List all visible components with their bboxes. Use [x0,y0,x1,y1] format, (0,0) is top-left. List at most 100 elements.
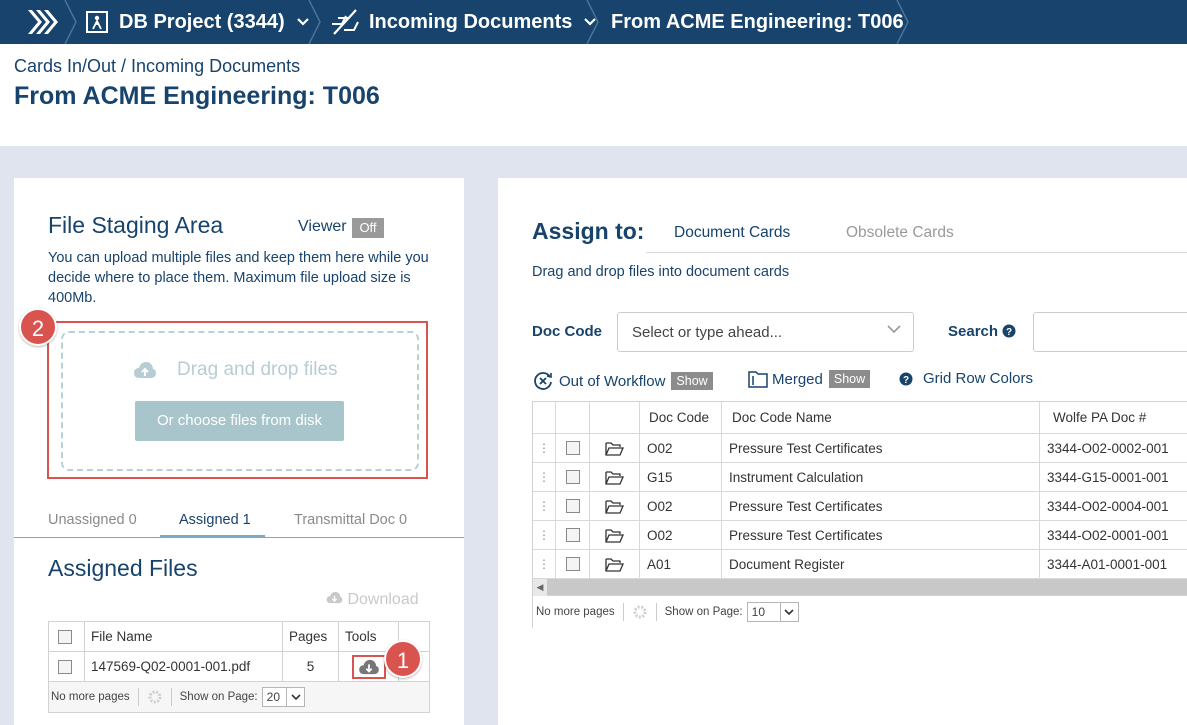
viewer-toggle[interactable]: Off [352,218,384,238]
choose-files-button[interactable]: Or choose files from disk [135,401,344,441]
active-tab-indicator [160,535,265,538]
row-checkbox[interactable] [565,499,580,513]
page-header: Cards In/Out / Incoming Documents From A… [0,44,1187,146]
drag-handle-icon[interactable]: ⋮ [538,558,550,570]
search-label: Search ? [948,323,1016,340]
chevron-down-icon [784,609,794,615]
callout-badge-1: 1 [384,640,422,678]
breadcrumb-separator-icon [64,0,77,44]
table-row[interactable]: ⋮ O02 Pressure Test Certificates 3344-O02-0… [533,492,1187,521]
page-subpath[interactable]: Cards In/Out / Incoming Documents [14,56,300,77]
folder-open-icon[interactable] [605,499,624,514]
page-size-value: 10 [751,605,765,619]
search-label-text: Search [948,323,999,340]
horizontal-scrollbar[interactable]: ◀ [533,578,1187,596]
doc-code-label: Doc Code [532,323,603,340]
table-row[interactable]: ⋮ A01 Document Register 3344-A01-0001-001 [533,550,1187,579]
tab-document-cards[interactable]: Document Cards [674,224,790,242]
out-of-workflow-option: Out of Workflow Show [532,370,713,392]
doc-code-cell: G15 [640,463,722,491]
doc-code-name-cell: Document Register [722,550,1040,578]
out-of-workflow-show-button[interactable]: Show [671,372,713,390]
select-all-checkbox[interactable] [58,629,72,644]
doc-code-placeholder: Select or type ahead... [632,323,783,341]
folder-open-icon[interactable] [605,528,624,543]
page-size-select[interactable]: 20 [261,687,305,707]
download-label: Download [347,591,419,608]
column-header-file-name[interactable]: File Name [85,622,283,651]
folder-open-icon[interactable] [605,470,624,485]
drag-handle-icon[interactable]: ⋮ [538,471,550,483]
file-staging-panel: File Staging Area Viewer Off You can upl… [14,178,464,725]
column-header-pages[interactable]: Pages [283,622,339,651]
file-name-cell[interactable]: 147569-Q02-0001-001.pdf [85,652,283,681]
scroll-left-icon[interactable]: ◀ [533,578,547,596]
out-of-workflow-label: Out of Workflow [559,372,666,390]
column-header-wolfe-doc[interactable]: Wolfe PA Doc # [1040,402,1187,433]
wolfe-doc-cell: 3344-O02-0001-001 [1047,527,1169,543]
breadcrumb-separator-icon [586,0,599,44]
file-staging-description: You can upload multiple files and keep t… [48,250,429,306]
table-row[interactable]: ⋮ G15 Instrument Calculation 3344-G15-0001-… [533,463,1187,492]
drop-zone-label: Drag and drop files [177,359,338,380]
table-row[interactable]: ⋮ O02 Pressure Test Certificates 3344-O02-0… [533,521,1187,550]
top-breadcrumb-bar: DB Project (3344) Incoming Documents Fro… [0,0,1187,44]
download-button[interactable]: Download [326,591,419,609]
breadcrumb-project[interactable]: DB Project (3344) [85,0,309,44]
cloud-download-icon [326,591,343,604]
viewer-label: Viewer [298,218,347,235]
drag-handle-icon[interactable]: ⋮ [538,442,550,454]
doc-code-name-cell: Instrument Calculation [722,463,1040,491]
drop-zone[interactable]: Drag and drop files Or choose files from… [61,331,419,471]
search-input[interactable] [1033,312,1187,352]
pages-cell: 5 [283,652,339,681]
refresh-gear-icon[interactable] [632,604,648,620]
tab-transmittal-doc[interactable]: Transmittal Doc 0 [294,512,407,528]
column-header-doc-code[interactable]: Doc Code [640,402,722,433]
page-size-select[interactable]: 10 [746,602,799,622]
tab-assigned[interactable]: Assigned 1 [179,512,251,528]
out-of-workflow-icon [534,372,552,390]
wolfe-doc-cell: 3344-O02-0002-001 [1047,440,1169,456]
tab-unassigned[interactable]: Unassigned 0 [48,512,137,528]
grid-row-colors-option[interactable]: ? Grid Row Colors [899,370,1033,387]
row-checkbox[interactable] [565,441,580,455]
download-file-button[interactable] [351,654,386,679]
callout-badge-2: 2 [19,308,57,346]
merged-option: Merged Show [748,370,871,388]
wolfe-doc-cell: 3344-A01-0001-001 [1047,556,1168,572]
file-staging-title: File Staging Area [48,212,224,238]
breadcrumb-section[interactable]: Incoming Documents [330,0,597,44]
table-row[interactable]: ⋮ O02 Pressure Test Certificates 3344-O02-0… [533,434,1187,463]
assign-title: Assign to: [532,218,645,244]
doc-code-name-cell: Pressure Test Certificates [722,434,1040,462]
chevron-down-icon [887,325,901,334]
folder-open-icon[interactable] [605,441,624,456]
help-icon: ? [899,372,913,386]
help-icon[interactable]: ? [1002,324,1016,338]
page-size-value: 20 [266,690,280,704]
drag-handle-icon[interactable]: ⋮ [538,500,550,512]
row-checkbox[interactable] [565,557,580,571]
home-chevrons-icon[interactable] [26,8,58,36]
row-checkbox[interactable] [565,528,580,542]
doc-code-cell: O02 [640,434,722,462]
svg-text:?: ? [1006,327,1012,338]
assigned-files-table: File Name Pages Tools 147569-Q02-0001-00… [48,621,430,713]
assigned-pager: No more pages Show on Page: 20 [49,682,429,712]
breadcrumb-current-label: From ACME Engineering: T006 [611,10,904,33]
row-checkbox[interactable] [58,659,72,674]
merged-label: Merged [772,370,823,388]
pager-status: No more pages [536,606,615,618]
row-checkbox[interactable] [565,470,580,484]
merged-show-button[interactable]: Show [828,370,871,388]
breadcrumb-project-label: DB Project (3344) [119,10,285,33]
tab-obsolete-cards[interactable]: Obsolete Cards [846,224,954,242]
doc-code-select[interactable]: Select or type ahead... [617,312,914,352]
drag-handle-icon[interactable]: ⋮ [538,529,550,541]
refresh-gear-icon[interactable] [147,689,163,705]
folder-open-icon[interactable] [605,557,624,572]
column-header-doc-code-name[interactable]: Doc Code Name [722,402,1040,433]
table-row: 147569-Q02-0001-001.pdf 5 [49,652,429,682]
table-header-row: File Name Pages Tools [49,622,429,652]
